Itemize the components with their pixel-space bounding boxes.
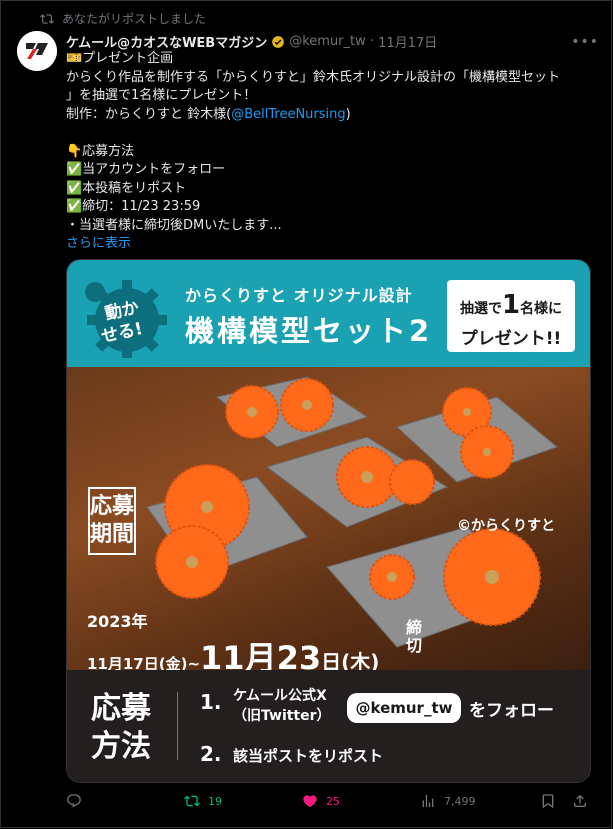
tweet-image[interactable]: 動か せる! からくりすと オリジナル設計 機構模型セット2 抽選で1名様に プ… <box>66 259 591 783</box>
more-options-icon[interactable]: ••• <box>571 34 599 50</box>
tweet-header: ケムール@カオスなWEBマガジン @kemur_tw · 11月17日 <box>66 32 601 51</box>
apply-method-panel: 応募方法 1. ケムール公式X （旧Twitter） @kemur_tw をフォ… <box>67 670 590 782</box>
method-label: 応募方法 <box>91 691 151 764</box>
repost-notice: あなたがリポストしました <box>40 10 206 27</box>
divider <box>177 692 178 760</box>
tweet-line: 👇応募方法 <box>66 143 135 159</box>
repost-notice-text: あなたがリポストしました <box>62 12 207 26</box>
step1-number: 1. <box>200 690 222 714</box>
date-end: 11月23 <box>200 639 322 670</box>
show-more-link[interactable]: さらに表示 <box>66 235 596 254</box>
repost-count: 19 <box>208 794 222 808</box>
bookmark-button[interactable] <box>540 793 556 809</box>
step1-handle: @kemur_tw <box>347 693 461 723</box>
share-button[interactable] <box>572 793 588 809</box>
banner-subtitle: からくりすと オリジナル設計 <box>185 286 413 305</box>
tweet-line-text: ) <box>345 106 351 122</box>
author-name[interactable]: ケムール@カオスなWEBマガジン <box>66 32 267 51</box>
image-banner: 動か せる! からくりすと オリジナル設計 機構模型セット2 抽選で1名様に プ… <box>67 260 590 367</box>
tweet-line: からくり作品を制作する「からくりすと」鈴木氏オリジナル設計の「機構模型セット <box>66 69 561 85</box>
tweet-date[interactable]: 11月17日 <box>378 32 437 51</box>
tweet-line: ✅当アカウントをフォロー <box>66 162 226 177</box>
step2-text: 該当ポストをリポスト <box>233 747 384 765</box>
heart-icon <box>303 795 317 808</box>
banner-title: 機構模型セット2 <box>185 314 433 348</box>
tweet-line-text: 制作：からくりすと 鈴木様( <box>66 106 232 122</box>
tweet-line: ・当選者様に締切後DMいたします... <box>66 217 282 233</box>
bookmark-icon <box>542 794 554 809</box>
views-icon <box>422 795 434 807</box>
verified-badge-icon <box>272 35 285 48</box>
tweet-line: ✅締切：11/23 23:59 <box>66 199 201 214</box>
gear-photo: 応募期間 ©からくりすと 2023年 11月17日(金)~11月23日(木) 締… <box>67 367 590 670</box>
period-label: 応募期間 <box>88 487 136 555</box>
views-count: 7,499 <box>444 794 476 808</box>
repost-icon <box>184 795 200 807</box>
prize-line2: プレゼント!! <box>460 329 562 349</box>
gear-logo-icon: 動か せる! <box>85 280 167 358</box>
prize-line1: 抽選で1名様に <box>459 290 563 320</box>
step1-follow: をフォロー <box>469 701 554 721</box>
reply-button[interactable] <box>66 793 82 809</box>
views-button[interactable]: 7,499 <box>420 793 476 809</box>
date-start: 11月17日(金)~ <box>87 655 201 670</box>
step1-text: ケムール公式X （旧Twitter） <box>233 688 331 724</box>
reply-icon <box>67 794 81 808</box>
tweet-line: 制作：からくりすと 鈴木様(@BellTreeNursing) <box>66 106 596 125</box>
prize-box: 抽選で1名様に プレゼント!! <box>447 280 575 352</box>
action-bar: 19 25 7,499 <box>66 793 596 813</box>
year-text: 2023年 <box>87 612 148 631</box>
like-count: 25 <box>326 794 340 808</box>
date-range: 11月17日(金)~11月23日(木) <box>87 633 379 670</box>
tweet-line: ✅本投稿をリポスト <box>66 180 187 196</box>
tweet-line: 」を抽選で1名様にプレゼント！ <box>66 88 257 103</box>
share-icon <box>574 794 586 807</box>
step2-number: 2. <box>200 742 222 766</box>
tweet-line: 🎫プレゼント企画 <box>66 51 174 66</box>
author-handle[interactable]: @kemur_tw <box>289 34 366 49</box>
mention-link[interactable]: @BellTreeNursing <box>231 107 345 122</box>
like-button[interactable]: 25 <box>302 793 340 809</box>
avatar[interactable] <box>17 31 57 71</box>
tweet-text: 🎫プレゼント企画 からくり作品を制作する「からくりすと」鈴木氏オリジナル設計の「… <box>66 50 596 254</box>
deadline-text: 締切 <box>405 618 422 655</box>
repost-icon <box>40 13 54 24</box>
copyright-text: ©からくりすと <box>457 518 555 534</box>
repost-button[interactable]: 19 <box>184 793 222 809</box>
date-end-day: 日(木) <box>321 650 380 670</box>
meta-separator: · <box>365 34 379 49</box>
